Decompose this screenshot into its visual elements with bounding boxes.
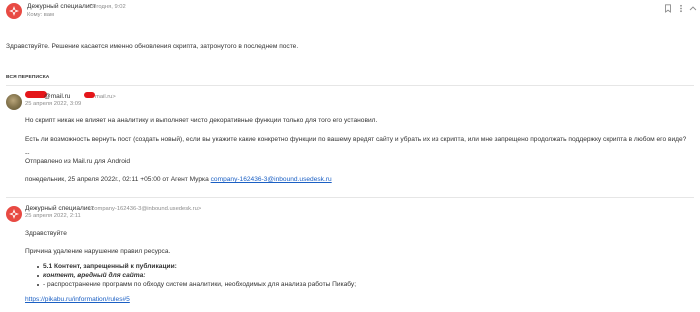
avatar-logo-icon — [9, 209, 19, 219]
thread-1-sender-address: mail.ru> — [95, 93, 116, 100]
thread-1-date: 25 апреля 2022, 3:09 — [25, 101, 82, 107]
redaction-mark — [84, 92, 95, 98]
rules-link[interactable]: https://pikabu.ru/information/rules#5 — [25, 296, 130, 304]
message-divider — [6, 197, 694, 198]
list-bullet — [37, 283, 40, 286]
quote-email-link[interactable]: company-162436-3@inbound.usedesk.ru — [211, 176, 332, 183]
thread-1-paragraph-1: Но скрипт никак не влияет на аналитику и… — [25, 117, 378, 124]
rule-item: - распространение программ по обходу сис… — [43, 281, 357, 288]
more-icon[interactable] — [677, 4, 685, 13]
list-bullet — [37, 274, 40, 277]
thread-1-paragraph-2: Есть ли возможность вернуть пост (создат… — [25, 136, 687, 143]
user-avatar — [6, 94, 22, 110]
thread-2-reason: Причина удаление нарушение правил ресурс… — [25, 248, 171, 255]
thread-2-date: 25 апреля 2022, 2:11 — [25, 213, 81, 219]
header-sender-name[interactable]: Дежурный специалист — [27, 3, 96, 11]
collapse-icon[interactable] — [689, 4, 697, 13]
thread-divider — [6, 85, 694, 86]
thread-1-signature: Отправлено из Mail.ru для Android — [25, 158, 131, 165]
list-bullet — [37, 265, 40, 268]
thread-2-sender[interactable]: Дежурный специалист — [25, 205, 94, 213]
sender-avatar — [6, 206, 22, 222]
thread-2-sender-address: <company-162436-3@inbound.usedesk.ru> — [88, 205, 202, 212]
main-message-text: Здравствуйте. Решение касается именно об… — [6, 43, 299, 50]
avatar-logo-icon — [9, 6, 19, 16]
quote-prefix: понедельник, 25 апреля 2022г., 02:11 +05… — [25, 176, 209, 183]
rule-title: 5.1 Контент, запрещенный к публикации: — [43, 263, 177, 270]
thread-label: ВСЯ ПЕРЕПИСКА — [6, 75, 50, 80]
thread-2-greeting: Здравствуйте — [25, 230, 67, 237]
header-time: Сегодня, 9:02 — [89, 3, 126, 10]
signature-dashes: -- — [25, 150, 30, 157]
sender-avatar — [6, 3, 22, 19]
rule-subtitle: контент, вредный для сайта: — [43, 272, 146, 279]
bookmark-icon[interactable] — [664, 4, 672, 13]
thread-1-quote-header: понедельник, 25 апреля 2022г., 02:11 +05… — [25, 176, 332, 184]
thread-1-sender[interactable]: @mail.ru — [44, 93, 70, 101]
header-recipient[interactable]: Кому: вам — [27, 12, 54, 19]
